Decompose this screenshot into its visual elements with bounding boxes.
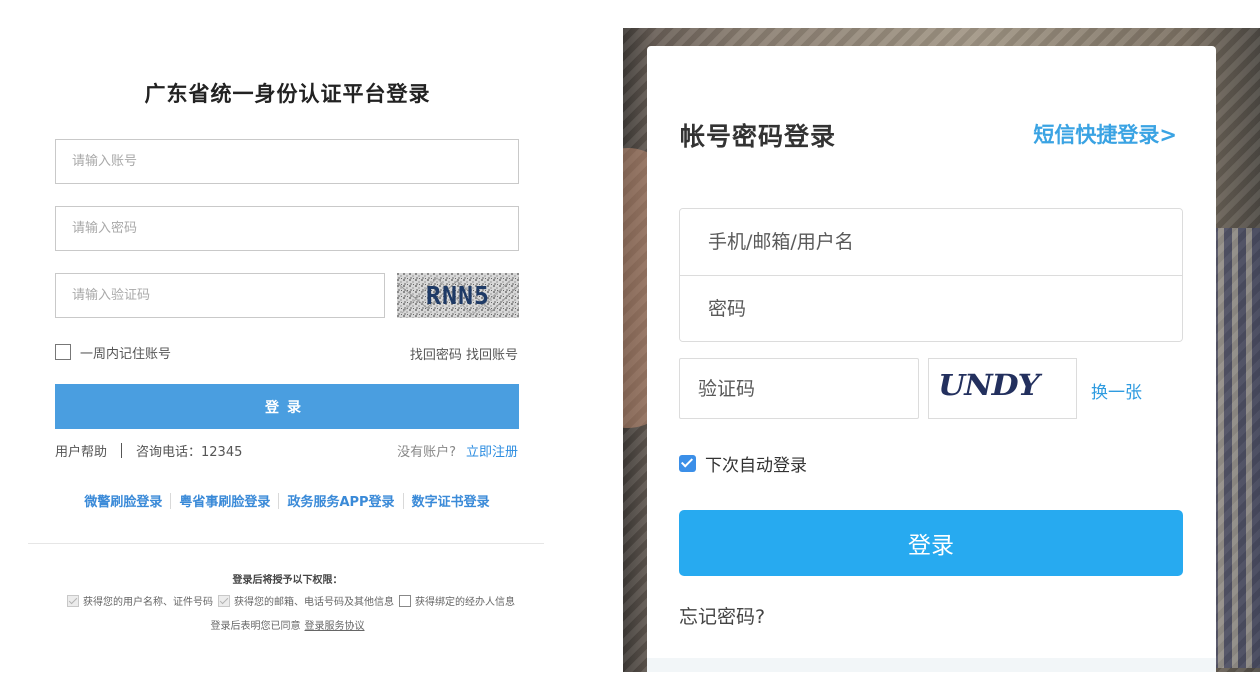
- login-button[interactable]: 登录: [55, 384, 519, 429]
- username-input[interactable]: [680, 209, 1182, 275]
- sms-login-link[interactable]: 短信快捷登录>: [1033, 119, 1177, 149]
- service-agreement-link[interactable]: 登录服务协议: [305, 621, 365, 632]
- remember-checkbox[interactable]: [55, 344, 71, 360]
- right-login-panel: 帐号密码登录 短信快捷登录> UNDY 换一张 下次自动登录 登录 忘记密码?: [623, 28, 1260, 672]
- alt-login-gov-app[interactable]: 政务服务APP登录: [287, 491, 394, 510]
- help-row: 用户帮助 咨询电话：12345: [55, 441, 242, 460]
- captcha-input[interactable]: [55, 273, 385, 318]
- forgot-password-link[interactable]: 忘记密码?: [679, 602, 765, 629]
- permission-label: 获得您的用户名称、证件号码: [83, 597, 213, 608]
- captcha-image[interactable]: UNDY: [928, 358, 1077, 419]
- card-footer: [647, 658, 1216, 672]
- background-photo: [1210, 228, 1260, 668]
- auto-login-option[interactable]: 下次自动登录: [679, 451, 807, 476]
- refresh-captcha-link[interactable]: 换一张: [1091, 378, 1142, 403]
- remember-account[interactable]: 一周内记住账号: [55, 342, 171, 362]
- page-title: 广东省统一身份认证平台登录: [144, 82, 431, 106]
- register-row: 没有账户? 立即注册: [397, 441, 518, 460]
- permission-title: 登录后将授予以下权限：: [232, 575, 343, 586]
- captcha-text: UNDY: [938, 368, 1043, 402]
- permission-checkbox-contact: [218, 594, 230, 607]
- password-input[interactable]: [55, 206, 519, 251]
- alt-login-yueshengshi-face[interactable]: 粤省事刷脸登录: [179, 491, 270, 510]
- hotline-text: 咨询电话：12345: [136, 445, 243, 460]
- divider: [121, 443, 123, 458]
- remember-label: 一周内记住账号: [80, 346, 172, 362]
- find-password-link[interactable]: 找回密码: [410, 348, 462, 363]
- permission-checkbox-name-id: [67, 594, 79, 607]
- permission-list: 获得您的用户名称、证件号码 获得您的邮箱、电话号码及其他信息 获得绑定的经办人信…: [36, 593, 546, 608]
- find-account-link[interactable]: 找回账号: [466, 348, 518, 363]
- divider: [402, 492, 404, 509]
- register-link[interactable]: 立即注册: [466, 445, 518, 460]
- alt-login-digital-cert[interactable]: 数字证书登录: [412, 491, 490, 510]
- captcha-image[interactable]: RNN5: [397, 273, 519, 318]
- permission-label: 获得您的邮箱、电话号码及其他信息: [234, 597, 394, 608]
- alt-login-police-face[interactable]: 微警刷脸登录: [84, 491, 162, 510]
- user-help-link[interactable]: 用户帮助: [55, 441, 107, 460]
- left-login-panel: 广东省统一身份认证平台登录 RNN5 一周内记住账号 找回密码 找回账号 登录 …: [0, 0, 575, 700]
- divider: [170, 492, 172, 509]
- captcha-input[interactable]: [679, 358, 919, 419]
- login-title: 帐号密码登录: [680, 122, 837, 151]
- permission-label: 获得绑定的经办人信息: [415, 597, 515, 608]
- divider: [28, 543, 544, 544]
- find-links: 找回密码 找回账号: [410, 344, 518, 363]
- account-input[interactable]: [55, 139, 519, 184]
- agreement-text: 登录后表明您已同意: [210, 621, 301, 632]
- password-input[interactable]: [680, 276, 1182, 341]
- agreement-line: 登录后表明您已同意 登录服务协议: [0, 617, 575, 632]
- login-card: 帐号密码登录 短信快捷登录> UNDY 换一张 下次自动登录 登录 忘记密码?: [647, 46, 1216, 672]
- auto-login-label: 下次自动登录: [705, 456, 807, 476]
- no-account-text: 没有账户?: [397, 445, 456, 460]
- divider: [278, 492, 280, 509]
- permission-checkbox-agent[interactable]: [399, 594, 411, 607]
- credentials-group: [679, 208, 1183, 342]
- login-button[interactable]: 登录: [679, 510, 1183, 576]
- alternative-logins: 微警刷脸登录 粤省事刷脸登录 政务服务APP登录 数字证书登录: [54, 491, 520, 510]
- auto-login-checkbox[interactable]: [679, 455, 696, 472]
- captcha-text: RNN5: [426, 281, 490, 310]
